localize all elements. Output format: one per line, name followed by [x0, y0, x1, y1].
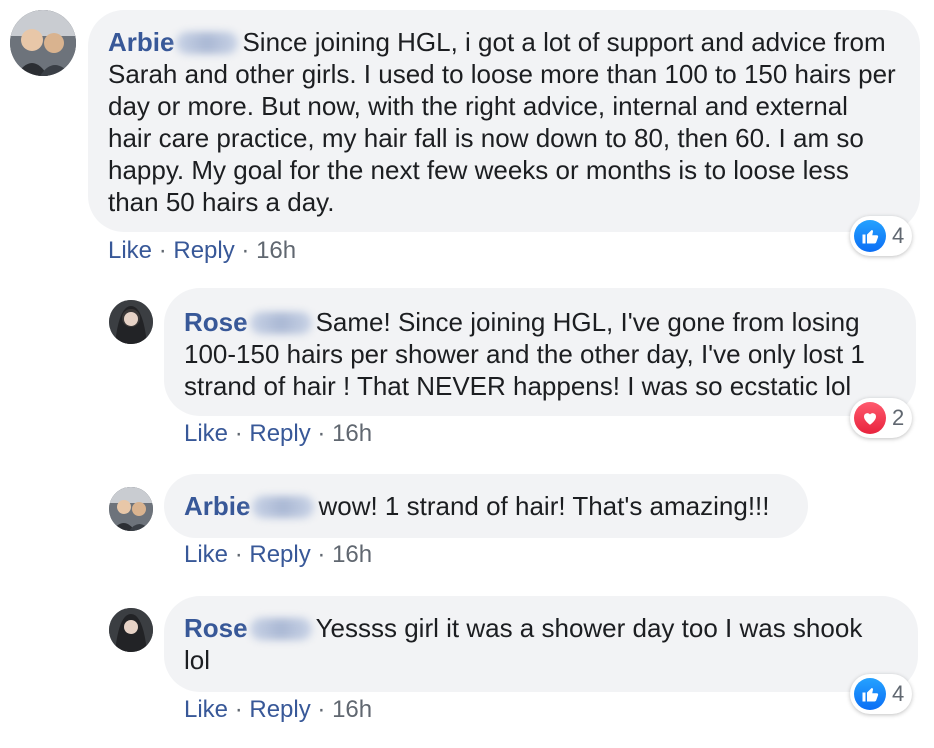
timestamp[interactable]: 16h: [332, 696, 372, 723]
timestamp[interactable]: 16h: [256, 237, 296, 264]
reaction-count: 4: [892, 681, 905, 706]
reply-link[interactable]: Reply: [249, 696, 310, 723]
comment-actions: Like · Reply · 16h: [184, 420, 372, 448]
comment-bubble: Arbie Since joining HGL, i got a lot of s…: [88, 10, 920, 232]
comment-bubble: Arbie wow! 1 strand of hair! That's amazi…: [164, 474, 808, 538]
reaction-summary[interactable]: 4: [850, 216, 913, 256]
redacted-surname: [252, 496, 315, 518]
thumbs-up-icon: [854, 220, 886, 252]
timestamp[interactable]: 16h: [332, 420, 372, 447]
reaction-count: 2: [892, 405, 905, 430]
separator: ·: [234, 541, 243, 568]
reaction-summary[interactable]: 4: [850, 674, 913, 714]
like-link[interactable]: Like: [184, 696, 228, 723]
heart-icon: [854, 402, 886, 434]
reaction-count: 4: [892, 223, 905, 248]
comment-text: wow! 1 strand of hair! That's amazing!!!: [318, 491, 770, 521]
timestamp[interactable]: 16h: [332, 541, 372, 568]
reply-link[interactable]: Reply: [249, 541, 310, 568]
author-name[interactable]: Rose: [184, 613, 248, 643]
reply-link[interactable]: Reply: [173, 237, 234, 264]
separator: ·: [317, 696, 326, 723]
profile-photo: [10, 10, 76, 76]
separator: ·: [317, 420, 326, 447]
like-link[interactable]: Like: [184, 541, 228, 568]
redacted-surname: [249, 618, 312, 640]
avatar[interactable]: [10, 10, 76, 76]
comment-text: Since joining HGL, i got a lot of suppor…: [108, 27, 896, 217]
profile-photo: [109, 300, 153, 344]
avatar[interactable]: [109, 487, 153, 531]
redacted-surname: [249, 312, 312, 334]
author-name[interactable]: Rose: [184, 307, 248, 337]
comment-actions: Like · Reply · 16h: [184, 696, 372, 724]
redacted-surname: [176, 32, 239, 54]
separator: ·: [234, 696, 243, 723]
separator: ·: [234, 420, 243, 447]
comment-bubble: Rose Yessss girl it was a shower day too …: [164, 596, 918, 692]
thumbs-up-icon: [854, 678, 886, 710]
separator: ·: [241, 237, 250, 264]
comment-actions: Like · Reply · 16h: [184, 541, 372, 569]
reaction-summary[interactable]: 2: [850, 398, 913, 438]
profile-photo: [109, 608, 153, 652]
reply-link[interactable]: Reply: [249, 420, 310, 447]
author-name[interactable]: Arbie: [184, 491, 250, 521]
profile-photo: [109, 487, 153, 531]
separator: ·: [158, 237, 167, 264]
comment-bubble: Rose Same! Since joining HGL, I've gone f…: [164, 288, 916, 416]
avatar[interactable]: [109, 300, 153, 344]
avatar[interactable]: [109, 608, 153, 652]
separator: ·: [317, 541, 326, 568]
author-name[interactable]: Arbie: [108, 27, 174, 57]
like-link[interactable]: Like: [184, 420, 228, 447]
like-link[interactable]: Like: [108, 237, 152, 264]
comment-actions: Like · Reply · 16h: [108, 237, 296, 265]
